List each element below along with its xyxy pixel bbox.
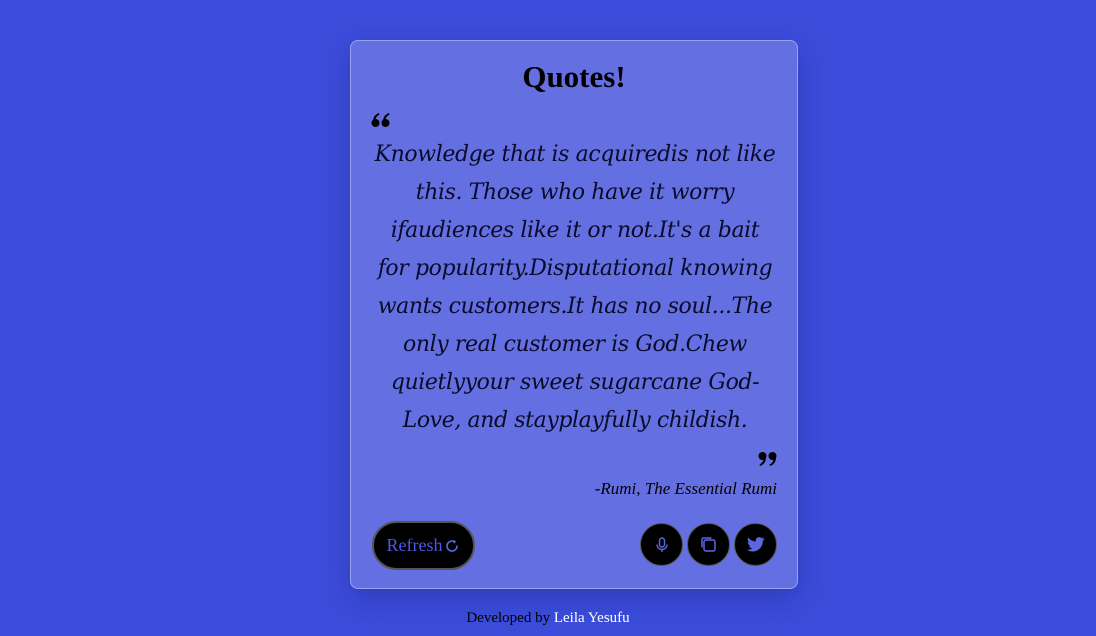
microphone-icon [655,536,668,552]
footer-prefix: Developed by [466,610,551,626]
open-quote-icon [371,113,390,127]
page-title: Quotes! [522,59,626,94]
refresh-label: Refresh [386,535,443,555]
speak-button[interactable] [640,523,683,566]
close-quote-icon [758,452,777,466]
refresh-button[interactable]: Refresh [372,521,475,570]
refresh-icon [446,539,459,552]
twitter-icon [746,537,765,552]
developer-name: Leila Yesufu [553,610,630,626]
quote-text: Knowledge that is acquiredis not like th… [374,142,776,433]
footer: Developed by Leila Yesufu [0,610,1096,627]
quote-card: Quotes! Knowledge that is acquiredis not… [350,40,798,589]
twitter-button[interactable] [734,523,777,566]
copy-icon [701,537,716,552]
quote-author: -Rumi, The Essential Rumi [594,479,777,498]
copy-button[interactable] [687,523,730,566]
